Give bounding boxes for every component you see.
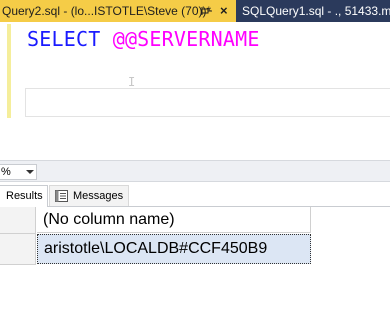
text-cursor-icon: I (128, 75, 136, 89)
tab-messages-label: Messages (73, 190, 124, 202)
row-header[interactable] (0, 234, 36, 265)
grid-corner-header[interactable] (0, 207, 36, 234)
document-tab-strip: Query2.sql - (lo...ISTOTLE\Steve (70))* … (0, 0, 390, 22)
tab-messages[interactable]: Messages (49, 185, 129, 206)
change-tracking-margin (7, 24, 11, 118)
tab-query2[interactable]: Query2.sql - (lo...ISTOTLE\Steve (70))* … (0, 0, 236, 22)
pin-icon[interactable] (201, 5, 213, 17)
zoom-bar: % (0, 160, 390, 182)
result-cell[interactable]: aristotle\LOCALDB#CCF450B9 (37, 234, 311, 264)
tab-sqlquery1-label: SQLQuery1.sql - ., 51433.ma (242, 4, 390, 18)
select-keyword: SELECT (27, 27, 101, 51)
query-editor[interactable]: SELECT @@SERVERNAME I (0, 22, 390, 160)
code-line[interactable]: SELECT @@SERVERNAME (27, 27, 260, 51)
tab-query2-label: Query2.sql - (lo...ISTOTLE\Steve (70))* (2, 4, 212, 18)
column-header[interactable]: (No column name) (37, 207, 311, 233)
tab-results-label: Results (6, 190, 43, 202)
chevron-down-icon[interactable] (26, 170, 34, 174)
tab-results[interactable]: Results (0, 185, 48, 207)
zoom-value: % (1, 166, 11, 178)
zoom-select[interactable]: % (0, 164, 37, 180)
tab-sqlquery1[interactable]: SQLQuery1.sql - ., 51433.ma (237, 0, 390, 22)
results-grid: (No column name) aristotle\LOCALDB#CCF45… (0, 207, 390, 321)
results-tab-strip: Results Messages (0, 182, 390, 207)
messages-icon (55, 190, 68, 202)
close-icon[interactable]: × (220, 0, 228, 22)
editor-input-box[interactable] (25, 88, 390, 117)
servername-variable: @@SERVERNAME (112, 27, 260, 51)
